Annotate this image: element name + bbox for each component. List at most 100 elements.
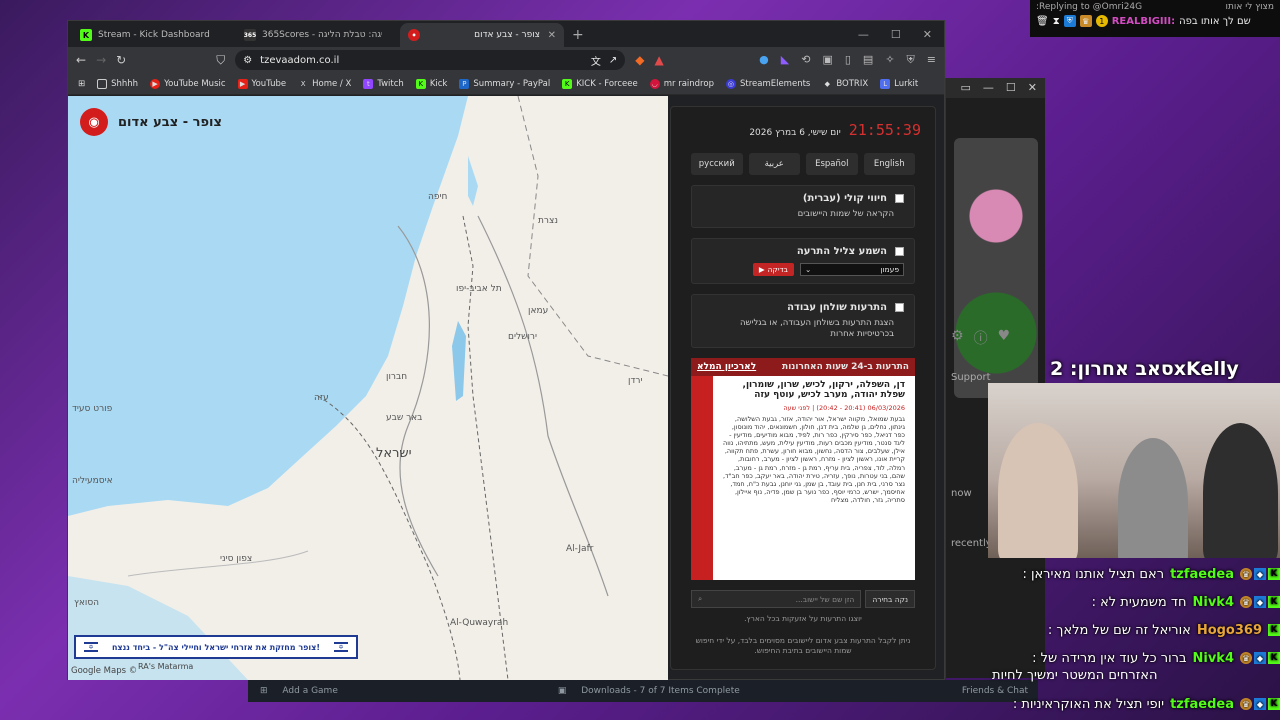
bookmark-raindrop[interactable]: ◡ mr raindrop <box>649 78 714 89</box>
leo-icon[interactable]: ✧ <box>885 53 894 67</box>
new-tab-button[interactable]: + <box>564 23 592 47</box>
alerts-list[interactable]: דן, השפלה, ירקון, לכיש, שרון, שומרון, שפ… <box>691 376 915 581</box>
game-character-art <box>954 138 1038 398</box>
chat-message: ♛ ◆ K tzfaedea ראם תציל אותנו מאיראן : <box>990 560 1280 588</box>
heart-icon[interactable]: ♥ <box>998 328 1011 348</box>
brave-rewards-icon[interactable]: ▲ <box>654 53 663 67</box>
extension-icon[interactable]: ● <box>759 53 769 67</box>
menu-icon[interactable]: ▭ <box>961 81 971 95</box>
chat-username: tzfaedea <box>1170 566 1234 582</box>
tab-kick-dashboard[interactable]: K Stream - Kick Dashboard <box>72 23 236 47</box>
chat-message: ♛ ◆ K tzfaedea יופי תציל את האוקראיניות : <box>990 690 1280 718</box>
alerts-header-title: התרעות ב-24 שעות האחרונות <box>782 362 909 373</box>
map-label: באר שבע <box>386 413 423 423</box>
sidebar-icon[interactable]: ▯ <box>845 53 851 67</box>
chat-reply-preview: מצוץ לי אותו Replying to @Omri24G: 🗑 ⧗ ⛨ … <box>1030 0 1280 37</box>
bookmark-kick-forceee[interactable]: K KICK - Forceee <box>562 78 638 89</box>
archive-link[interactable]: לארכיון המלא <box>697 362 756 372</box>
site-info-icon[interactable]: ⚙ <box>243 55 252 66</box>
downloads-status[interactable]: ▣ Downloads - 7 of 7 Items Complete <box>558 686 740 696</box>
language-spanish[interactable]: Español <box>806 153 858 175</box>
kick-badge-icon: K <box>1268 652 1280 664</box>
voice-checkbox[interactable] <box>895 194 904 203</box>
bookmark-youtube[interactable]: ▶ YouTube <box>237 78 286 89</box>
add-game-button[interactable]: ⊞ Add a Game <box>260 686 338 696</box>
extension-icon[interactable]: ▣ <box>822 53 832 67</box>
kick-icon: K <box>562 78 573 89</box>
site-title: צופר - צבע אדום <box>118 114 222 130</box>
close-tab-icon[interactable]: ✕ <box>548 30 556 41</box>
bookmark-youtube-music[interactable]: ▶ YouTube Music <box>150 78 226 89</box>
chat-text: אוריאל זה שם של מלאך : <box>1047 622 1191 638</box>
alerts-side-panel: 21:55:39 יום שישי, 6 במרץ 2026 English E… <box>670 106 936 670</box>
timeout-icon[interactable]: ⧗ <box>1053 16 1060 27</box>
minimize-icon[interactable]: — <box>983 81 994 95</box>
language-russian[interactable]: русский <box>691 153 743 175</box>
close-icon[interactable]: ✕ <box>1028 81 1037 95</box>
sound-option: השמע צליל התרעה פעמון ⌄ בדיקה ▶ <box>691 238 915 285</box>
menu-icon[interactable]: ≡ <box>927 53 936 67</box>
reply-to: Replying to @Omri24G: <box>1036 2 1143 12</box>
desktop-checkbox[interactable] <box>895 303 904 313</box>
language-english[interactable]: English <box>863 153 915 175</box>
bookmark-twitch[interactable]: t Twitch <box>363 78 404 89</box>
info-icon[interactable]: ⓘ <box>974 328 988 348</box>
alerts-map[interactable]: ◉ צופר - צבע אדום חיפה נצרת תל אביב-יפו ירו… <box>68 96 668 680</box>
vpn-icon[interactable]: ⛨ <box>907 53 915 67</box>
language-arabic[interactable]: عربية <box>748 153 800 175</box>
clear-selection-button[interactable]: נקה בחירה <box>865 590 915 609</box>
bookmark-x[interactable]: X Home / X <box>298 79 352 89</box>
folder-icon <box>97 78 108 89</box>
chat-badges: ♛ ◆ K <box>1240 652 1280 664</box>
tab-365scores[interactable]: 365 365Scores - לה ליגה: טבלת הליגה <box>236 23 400 47</box>
recent-alerts-header: התרעות ב-24 שעות האחרונות לארכיון המלא <box>691 358 915 377</box>
desktop-notifications-option: התרעות שולחן עבודה הצגת התרעות בשולחן הע… <box>691 294 915 349</box>
translate-icon[interactable]: 文 <box>591 53 601 68</box>
settings-icon[interactable]: ⚙ <box>951 328 964 348</box>
tab-tzofar[interactable]: • צופר - צבע אדום ✕ <box>400 23 564 47</box>
option-title: התרעות שולחן עבודה <box>787 302 887 314</box>
test-sound-button[interactable]: בדיקה ▶ <box>752 263 794 277</box>
bookmark-paypal[interactable]: P Summary - PayPal <box>459 78 550 89</box>
365scores-icon: 365 <box>244 29 256 41</box>
forward-icon[interactable]: → <box>96 53 106 67</box>
sub-badge-icon: ◆ <box>1254 698 1266 710</box>
wallet-icon[interactable]: ▤ <box>863 53 873 67</box>
chevron-down-icon: ⌄ <box>805 265 812 275</box>
last-subscriber: סאב אחרון: 2xKelly <box>1050 358 1239 380</box>
crown-badge-icon: ♛ <box>1240 652 1252 664</box>
page-content: ◉ צופר - צבע אדום חיפה נצרת תל אביב-יפו ירו… <box>68 96 944 680</box>
twitch-extension-icon[interactable]: ◣ <box>781 53 789 67</box>
reload-icon[interactable]: ↻ <box>116 53 126 67</box>
sound-checkbox[interactable] <box>895 247 904 257</box>
twitch-icon: t <box>363 78 374 89</box>
brave-shield-icon[interactable]: ◆ <box>635 53 644 67</box>
bookmark-botrix[interactable]: ◆ BOTRIX <box>822 79 869 89</box>
minimize-icon[interactable]: — <box>858 28 869 41</box>
back-icon[interactable]: ← <box>76 53 86 67</box>
search-icon: ⌕ <box>698 594 703 604</box>
botrix-icon: ◆ <box>824 79 831 88</box>
maximize-icon[interactable]: ☐ <box>1006 81 1016 95</box>
crown-badge-icon: ♛ <box>1240 596 1252 608</box>
current-date: יום שישי, 6 במרץ 2026 <box>749 128 841 138</box>
kick-icon: K <box>415 78 426 89</box>
maximize-icon[interactable]: ☐ <box>891 28 901 41</box>
bookmark-shhhh[interactable]: Shhhh <box>97 78 138 89</box>
apps-icon[interactable]: ⊞ <box>78 79 85 89</box>
kick-badge-icon: K <box>1268 698 1280 710</box>
share-icon[interactable]: ↗ <box>609 55 617 66</box>
bookmark-kick[interactable]: K Kick <box>415 78 447 89</box>
bookmark-icon[interactable]: ⛉ <box>216 53 225 68</box>
delete-icon[interactable]: 🗑 <box>1036 16 1049 27</box>
bookmark-lurkit[interactable]: L Lurkit <box>880 78 918 89</box>
x-icon: X <box>300 79 306 88</box>
extension-icon[interactable]: ⟲ <box>801 53 810 67</box>
city-search-input[interactable]: הזן שם של יישוב... ⌕ <box>691 590 862 609</box>
url-field[interactable]: ⚙ tzevaadom.co.il 文 ↗ <box>235 50 626 70</box>
close-icon[interactable]: ✕ <box>923 28 932 41</box>
tab-label: Stream - Kick Dashboard <box>98 30 210 40</box>
crown-badge-icon: ♛ <box>1240 568 1252 580</box>
bookmark-streamelements[interactable]: ◎ StreamElements <box>725 78 810 89</box>
sound-select[interactable]: פעמון ⌄ <box>800 263 904 277</box>
